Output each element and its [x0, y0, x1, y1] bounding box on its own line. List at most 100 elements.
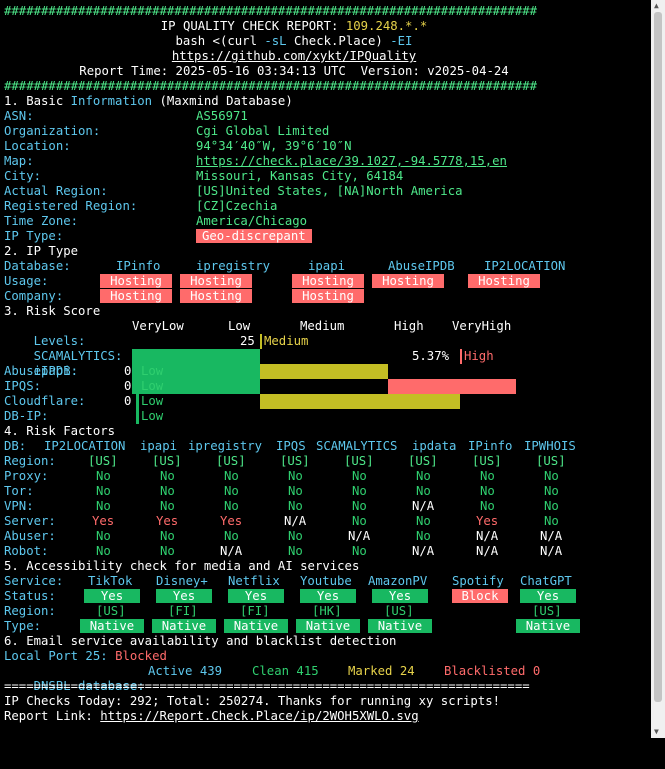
media-region: [FI]	[240, 604, 270, 618]
media-status-badge: Yes	[300, 589, 356, 603]
hosting-badge: Hosting	[468, 274, 540, 288]
command-line: bash <(curl -sL Check.Place) -EI	[175, 34, 413, 48]
factor-value: No	[96, 469, 111, 483]
risk-ipapi-row: ipapi: 5.37% High	[4, 349, 649, 409]
ipapi-level: High	[460, 349, 494, 364]
section-factors-heading: 4. Risk Factors	[4, 424, 116, 438]
factor-value: N/A	[412, 499, 435, 513]
factor-value: No	[96, 544, 111, 558]
basic-key: Actual Region:	[4, 184, 108, 198]
risk-small-key: IPQS:	[4, 379, 42, 393]
factors-header-row: DB: IP2LOCATION ipapi ipregistry IPQS SCAMALY…	[4, 439, 576, 453]
level-high: High	[394, 319, 424, 333]
rule-top: ########################################…	[4, 4, 538, 18]
basic-key: City:	[4, 169, 42, 183]
scrollbar-thumb[interactable]	[654, 12, 662, 702]
iptype-db-name: IPinfo	[116, 259, 161, 273]
iptype-db-name: ipregistry	[196, 259, 271, 273]
factor-value: No	[288, 469, 303, 483]
rule-bottom: ########################################…	[4, 79, 538, 93]
scroll-down-icon[interactable]: ▼	[654, 728, 659, 736]
media-type-badge: Native	[152, 619, 216, 633]
factor-value: N/A	[476, 544, 499, 558]
risk-small-score: 0	[124, 394, 132, 408]
factor-key: Abuser:	[4, 529, 56, 543]
factor-row: Tor: No No No No No No No No	[4, 484, 649, 499]
factor-value: No	[160, 529, 175, 543]
factor-value: No	[544, 499, 559, 513]
section-risk-heading: 3. Risk Score	[4, 304, 101, 318]
media-service-name: TikTok	[88, 574, 133, 588]
level-verylow: VeryLow	[132, 319, 184, 333]
factor-value: No	[288, 529, 303, 543]
media-region: [US]	[532, 604, 562, 618]
factor-column-header: IPinfo	[468, 439, 513, 453]
email-dnsbl-row: DNSBL database: Active 439 Clean 415 Mar…	[33, 664, 541, 693]
basic-value[interactable]: https://check.place/39.1027,-94.5778,15,…	[196, 154, 507, 169]
terminal-output: ########################################…	[4, 4, 649, 724]
report-link-row: Report Link: https://Report.Check.Place/…	[4, 709, 419, 723]
media-type-badge: Native	[368, 619, 432, 633]
factor-value: N/A	[220, 544, 243, 558]
factor-value: No	[160, 544, 175, 558]
media-type-row: Type: Native Native Native Native Native Nativ…	[4, 619, 649, 634]
factor-key: Proxy:	[4, 469, 49, 483]
rule-footer: ========================================…	[4, 679, 530, 693]
basic-row: Registered Region: [CZ]Czechia	[4, 199, 649, 214]
hosting-badge: Hosting	[180, 289, 252, 303]
media-status-row: Status: Yes Yes Yes Yes Yes Block Yes	[4, 589, 649, 604]
factor-column-header: ipapi	[140, 439, 178, 453]
factor-value: No	[352, 499, 367, 513]
media-type-badge: Native	[296, 619, 360, 633]
media-type-badge: Native	[516, 619, 580, 633]
media-status-badge: Yes	[228, 589, 284, 603]
factor-column-header: IP2LOCATION	[44, 439, 126, 453]
hosting-badge: Hosting	[372, 274, 444, 288]
factor-value: No	[288, 544, 303, 558]
factor-value: No	[480, 484, 495, 498]
factor-value: N/A	[540, 544, 563, 558]
media-status-badge: Yes	[84, 589, 140, 603]
risk-small-level: Low	[141, 409, 164, 423]
factor-value: No	[480, 499, 495, 513]
media-service-name: Netflix	[228, 574, 280, 588]
basic-key: Map:	[4, 154, 34, 168]
factor-value: No	[96, 529, 111, 543]
media-service-name: ChatGPT	[520, 574, 572, 588]
checks-summary: IP Checks Today: 292; Total: 250274. Tha…	[4, 694, 501, 708]
github-link[interactable]: https://github.com/xykt/IPQuality	[172, 49, 416, 63]
report-title: IP QUALITY CHECK REPORT: 109.248.*.*	[160, 19, 428, 33]
media-region: [US]	[384, 604, 414, 618]
media-region: [FI]	[168, 604, 198, 618]
risk-small-bar	[136, 379, 139, 394]
factor-value: No	[480, 469, 495, 483]
risk-small-key: DB-IP:	[4, 409, 49, 423]
report-link[interactable]: https://Report.Check.Place/ip/2WOH5XWLO.…	[100, 709, 418, 723]
scamalytics-score: 25	[240, 334, 255, 348]
basic-value: AS56971	[196, 109, 248, 123]
basic-row: Location: 94°34′40″W, 39°6′10″N	[4, 139, 649, 154]
risk-scamalytics-row: SCAMALYTICS: 25 Medium	[4, 334, 649, 379]
factor-value: [US]	[88, 454, 118, 468]
risk-levels-row: Levels: VeryLow Low Medium High VeryHigh	[4, 319, 649, 394]
basic-row: Organization: Cgi Global Limited	[4, 124, 649, 139]
port25-status: Blocked	[115, 649, 167, 663]
factor-value: No	[96, 484, 111, 498]
basic-value: 94°34′40″W, 39°6′10″N	[196, 139, 352, 153]
media-region: [HK]	[312, 604, 342, 618]
dnsbl-clean: Clean 415	[252, 664, 319, 678]
factor-value: No	[416, 514, 431, 528]
factor-value: [US]	[472, 454, 502, 468]
media-status-badge: Block	[452, 589, 508, 603]
factor-value: No	[544, 484, 559, 498]
risk-small-row: DB-IP: Low	[4, 409, 649, 424]
factor-value: No	[160, 469, 175, 483]
scrollbar[interactable]: ▲ ▼	[651, 0, 665, 738]
factor-value: No	[352, 469, 367, 483]
scamalytics-level: Medium	[260, 334, 308, 349]
factor-value: Yes	[220, 514, 243, 528]
risk-small-key: AbuseIPDB:	[4, 364, 79, 378]
media-service-name: AmazonPV	[368, 574, 428, 588]
scroll-up-icon[interactable]: ▲	[654, 2, 659, 10]
section-email-heading: 6. Email service availability and blackl…	[4, 634, 397, 648]
